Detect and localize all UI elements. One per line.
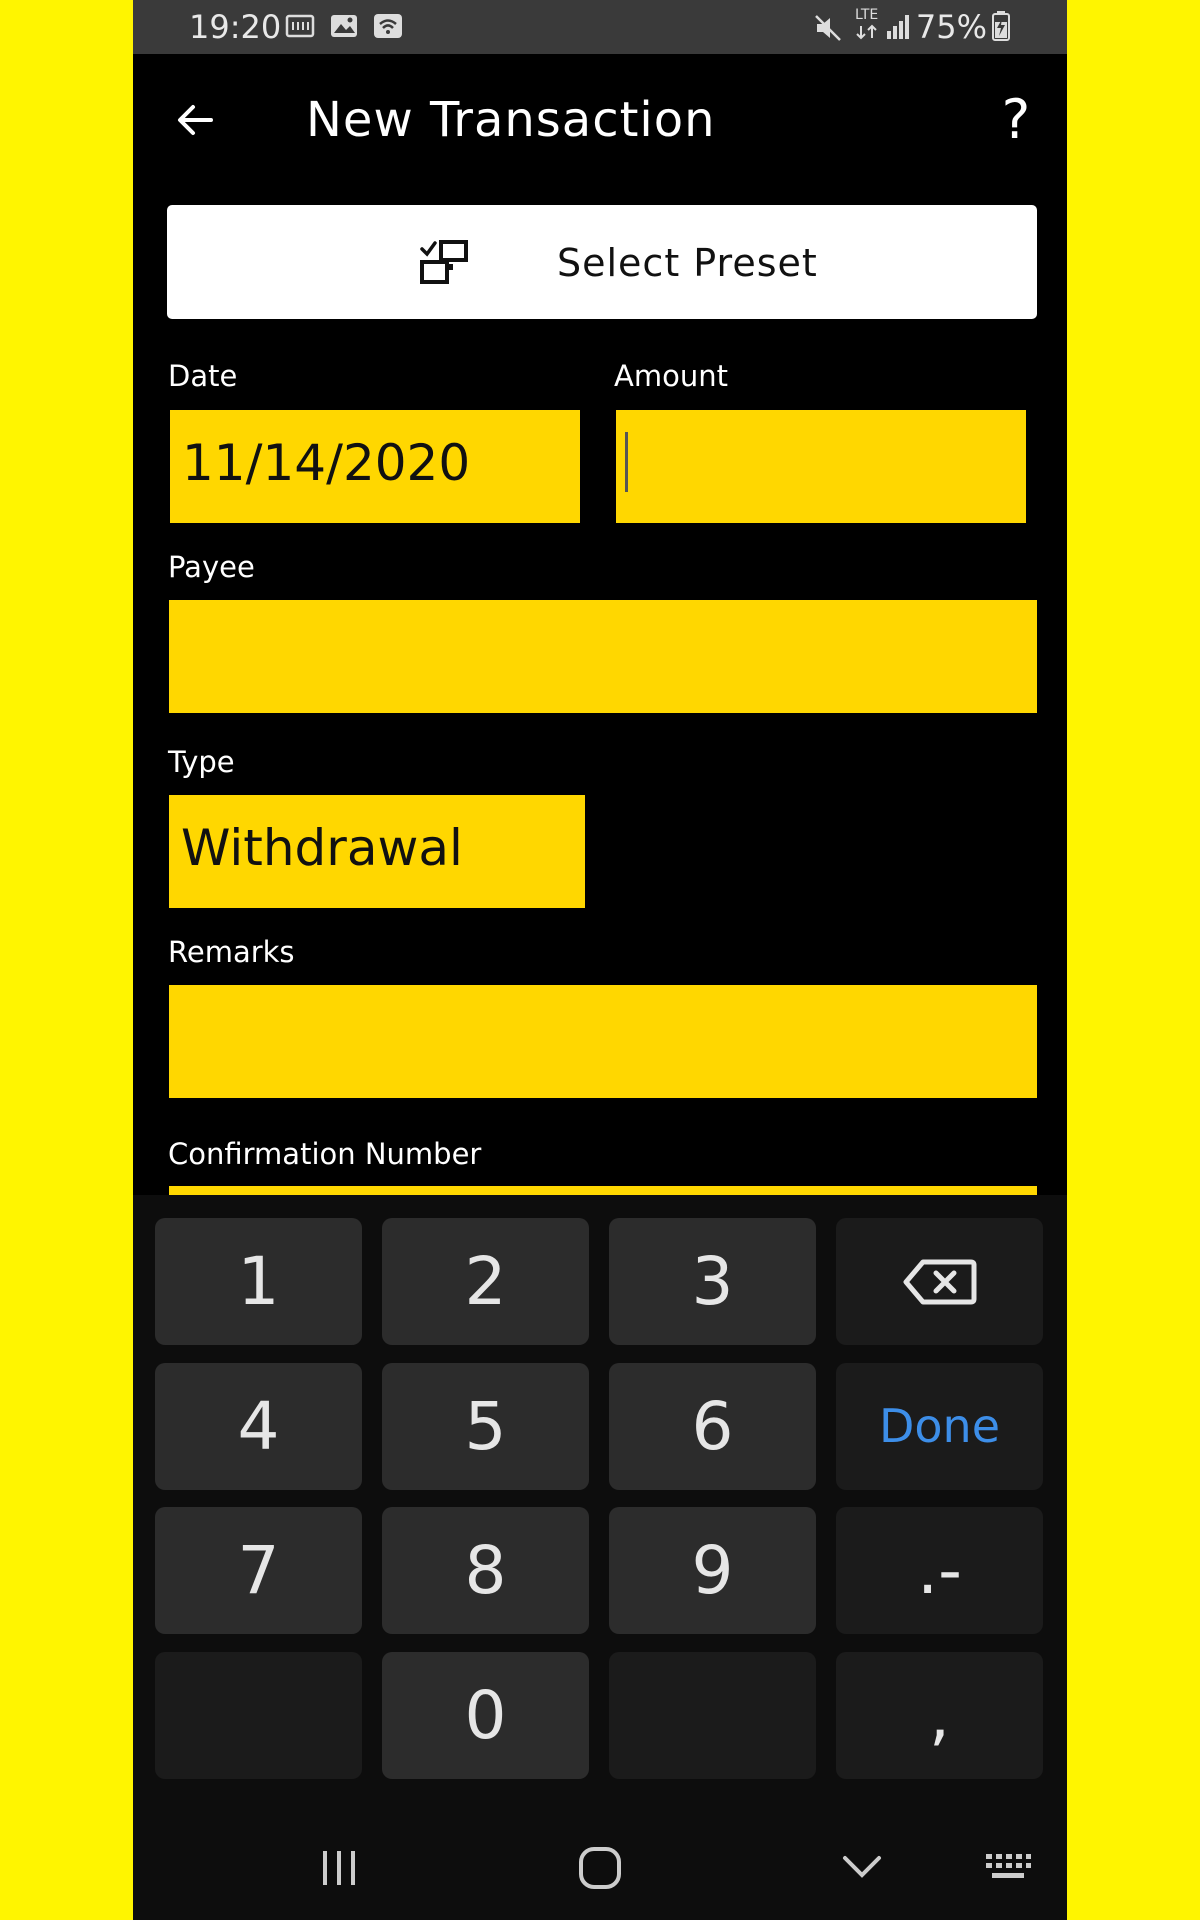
mute-icon (815, 15, 841, 41)
select-preset-label: Select Preset (557, 241, 818, 285)
calendar-notification-icon (285, 14, 315, 38)
date-field[interactable]: 11/14/2020 (170, 410, 580, 523)
battery-percent: 75% (915, 8, 987, 46)
amount-label: Amount (614, 359, 728, 393)
type-label: Type (168, 745, 235, 779)
date-value: 11/14/2020 (182, 434, 471, 492)
numeric-keyboard: 1 2 3 4 5 6 Done 7 8 9 .- 0 , (133, 1195, 1067, 1795)
battery-charging-icon (992, 11, 1010, 41)
status-bar: 19:20 LTE 75% (133, 0, 1067, 54)
help-button[interactable]: ? (989, 88, 1043, 151)
key-3[interactable]: 3 (609, 1218, 816, 1345)
home-icon[interactable] (577, 1845, 623, 1891)
recent-apps-icon[interactable] (317, 1847, 361, 1889)
key-decimal-minus[interactable]: .- (836, 1507, 1043, 1634)
wifi-calling-icon (374, 14, 402, 38)
key-blank-left (155, 1652, 362, 1779)
key-2[interactable]: 2 (382, 1218, 589, 1345)
phone-screen: 19:20 LTE 75% New Transaction ? Select P… (133, 0, 1067, 1920)
payee-field[interactable] (169, 600, 1037, 713)
app-bar: New Transaction ? (133, 54, 1067, 184)
remarks-label: Remarks (168, 935, 295, 969)
key-blank-right (609, 1652, 816, 1779)
key-8[interactable]: 8 (382, 1507, 589, 1634)
confirmation-number-label: Confirmation Number (168, 1137, 482, 1171)
amount-field[interactable] (616, 410, 1026, 523)
back-arrow-icon[interactable] (171, 96, 219, 144)
key-5[interactable]: 5 (382, 1363, 589, 1490)
remarks-field[interactable] (169, 985, 1037, 1098)
key-7[interactable]: 7 (155, 1507, 362, 1634)
type-value: Withdrawal (181, 819, 463, 877)
signal-icon (887, 15, 909, 39)
status-time: 19:20 (189, 8, 282, 46)
key-backspace[interactable] (836, 1218, 1043, 1345)
page-title: New Transaction (306, 92, 716, 148)
key-comma[interactable]: , (836, 1652, 1043, 1779)
keyboard-switch-icon[interactable] (984, 1851, 1032, 1883)
hide-keyboard-chevron-icon[interactable] (840, 1851, 884, 1883)
select-preset-button[interactable]: Select Preset (167, 205, 1037, 319)
payee-label: Payee (168, 550, 255, 584)
lte-indicator: LTE (855, 7, 879, 23)
key-done[interactable]: Done (836, 1363, 1043, 1490)
key-6[interactable]: 6 (609, 1363, 816, 1490)
key-0[interactable]: 0 (382, 1652, 589, 1779)
preset-select-icon (420, 240, 468, 284)
image-notification-icon (331, 15, 357, 37)
backspace-icon (903, 1259, 976, 1305)
key-9[interactable]: 9 (609, 1507, 816, 1634)
navigation-bar (133, 1795, 1067, 1920)
key-1[interactable]: 1 (155, 1218, 362, 1345)
date-label: Date (168, 359, 238, 393)
data-arrows-icon (856, 24, 877, 40)
text-caret (625, 432, 628, 492)
confirmation-number-field[interactable] (169, 1186, 1037, 1195)
type-field[interactable]: Withdrawal (169, 795, 585, 908)
key-4[interactable]: 4 (155, 1363, 362, 1490)
